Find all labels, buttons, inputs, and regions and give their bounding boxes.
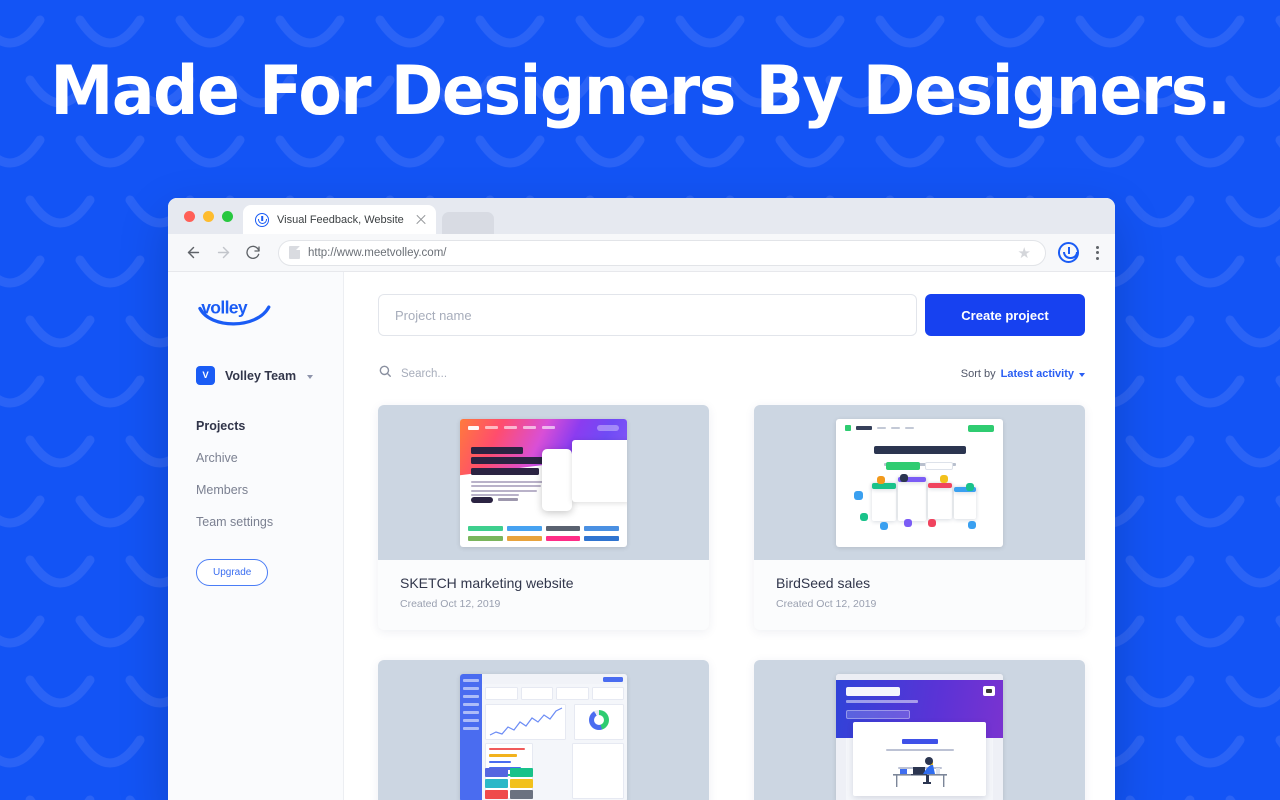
tab-title: Visual Feedback, Website <box>277 213 404 226</box>
kebab-menu-icon[interactable] <box>1089 243 1105 263</box>
volley-circle-icon <box>255 212 269 227</box>
browser-tab[interactable]: Visual Feedback, Website <box>243 205 436 234</box>
forward-arrow-icon[interactable] <box>210 240 236 266</box>
analytics-dashboard-preview <box>460 673 627 800</box>
stripe-payments-landing-preview <box>460 418 627 547</box>
project-thumbnail <box>754 660 1085 800</box>
minimize-window-button[interactable] <box>203 211 214 222</box>
chevron-down-icon <box>307 374 314 379</box>
address-bar[interactable]: http://www.meetvolley.com/ ★ <box>278 239 1046 266</box>
birdseed-sales-landing-preview <box>836 418 1003 547</box>
search-input[interactable] <box>401 367 581 380</box>
project-meta: BirdSeed sales Created Oct 12, 2019 <box>754 560 1085 630</box>
close-icon[interactable] <box>414 213 428 227</box>
maximize-window-button[interactable] <box>222 211 233 222</box>
create-project-button[interactable]: Create project <box>925 294 1085 336</box>
page-icon <box>289 246 300 259</box>
search-icon <box>378 364 392 383</box>
sort-control[interactable]: Sort by Latest activity <box>961 368 1085 380</box>
app-body: volley V Volley Team Projects Archive Me… <box>168 272 1115 800</box>
search-box[interactable] <box>378 364 961 383</box>
sidebar-item-archive[interactable]: Archive <box>196 442 343 474</box>
project-card[interactable] <box>754 660 1085 800</box>
projects-grid: SKETCH marketing website Created Oct 12,… <box>378 405 1085 800</box>
sort-label: Sort by <box>960 367 996 380</box>
browser-titlebar: Visual Feedback, Website <box>168 198 1115 234</box>
app-sidebar: volley V Volley Team Projects Archive Me… <box>168 272 344 800</box>
create-project-row: Create project <box>378 294 1085 336</box>
project-thumbnail <box>754 405 1085 560</box>
window-controls <box>168 211 233 234</box>
team-switcher[interactable]: V Volley Team <box>196 366 343 385</box>
team-name: Volley Team <box>225 368 297 383</box>
person-at-desk-illustration <box>892 756 947 787</box>
project-name-input[interactable] <box>378 294 917 336</box>
star-icon[interactable]: ★ <box>1018 244 1031 262</box>
page-headline: Made For Designers By Designers. <box>50 52 1231 131</box>
sidebar-nav: Projects Archive Members Team settings <box>196 410 343 538</box>
project-title: BirdSeed sales <box>776 575 871 591</box>
browser-toolbar: http://www.meetvolley.com/ ★ <box>168 234 1115 272</box>
project-created-date: Created Oct 12, 2019 <box>776 598 877 610</box>
project-thumbnail <box>378 405 709 560</box>
project-created-date: Created Oct 12, 2019 <box>400 598 501 610</box>
project-card[interactable]: SKETCH marketing website Created Oct 12,… <box>378 405 709 630</box>
url-text: http://www.meetvolley.com/ <box>308 246 447 259</box>
svg-text:volley: volley <box>201 298 248 318</box>
filter-row: Sort by Latest activity <box>378 364 1085 383</box>
project-meta: SKETCH marketing website Created Oct 12,… <box>378 560 709 630</box>
project-card[interactable] <box>378 660 709 800</box>
new-tab-button[interactable] <box>442 212 494 234</box>
sort-value: Latest activity <box>1000 367 1074 380</box>
project-title: SKETCH marketing website <box>400 575 574 591</box>
reload-icon[interactable] <box>240 240 266 266</box>
back-arrow-icon[interactable] <box>180 240 206 266</box>
close-window-button[interactable] <box>184 211 195 222</box>
chevron-down-icon <box>1079 372 1085 377</box>
browser-window: Visual Feedback, Website http://www.meet… <box>168 198 1115 800</box>
project-card[interactable]: BirdSeed sales Created Oct 12, 2019 <box>754 405 1085 630</box>
sidebar-item-team-settings[interactable]: Team settings <box>196 506 343 538</box>
sidebar-item-projects[interactable]: Projects <box>196 410 343 442</box>
volley-logo[interactable]: volley <box>196 294 274 328</box>
app-main: Create project Sort by Latest activity <box>344 272 1115 800</box>
team-avatar: V <box>196 366 215 385</box>
upgrade-button[interactable]: Upgrade <box>196 559 269 586</box>
welcome-dashboard-preview <box>836 673 1003 800</box>
project-thumbnail <box>378 660 709 800</box>
volley-extension-icon[interactable] <box>1058 242 1079 263</box>
sidebar-item-members[interactable]: Members <box>196 474 343 506</box>
